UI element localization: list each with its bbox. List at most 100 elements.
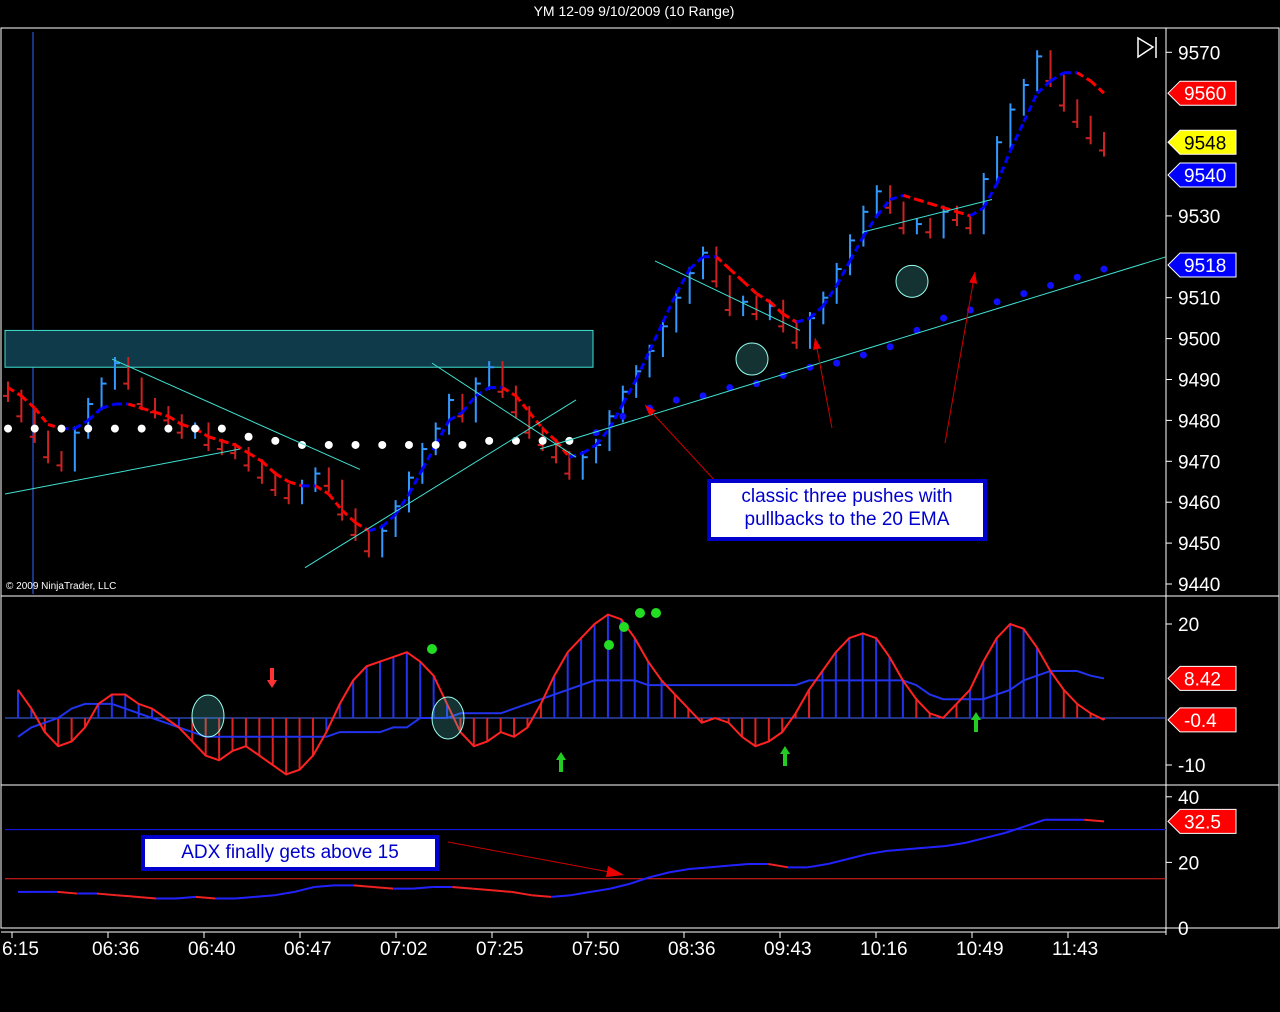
play-icon[interactable]: [1137, 36, 1157, 59]
divergence-circle: [431, 696, 465, 740]
adx-segment: [491, 889, 512, 893]
ema-segment: [141, 406, 156, 414]
adx-segment: [886, 848, 907, 852]
adx-segment: [254, 894, 275, 898]
ma-dot: [217, 424, 226, 433]
ma-dot: [538, 436, 547, 445]
ema-segment: [674, 268, 691, 295]
y-tick-label: 9450: [1178, 534, 1220, 555]
ema-segment: [916, 198, 931, 206]
adx-segment: [629, 876, 651, 885]
ma-dot: [1100, 265, 1108, 273]
adx-segment: [96, 892, 117, 897]
price-tag-label: 8.42: [1184, 669, 1221, 690]
arrow-line: [944, 271, 976, 444]
ema-segment: [1022, 92, 1039, 123]
adx-segment: [985, 831, 1006, 839]
adx-segment: [551, 894, 571, 898]
ma-dot: [672, 396, 680, 404]
ma-dot: [57, 424, 66, 433]
trendline: [431, 362, 577, 458]
ema-segment: [528, 411, 544, 430]
ema-segment: [634, 350, 651, 381]
ema-segment: [822, 284, 838, 307]
ema-segment: [995, 149, 1012, 184]
arrow-head: [968, 272, 978, 284]
ema-segment: [234, 443, 250, 455]
ema-segment: [688, 255, 705, 271]
ma-dot: [1073, 273, 1081, 281]
price-tag-label: 9518: [1184, 256, 1226, 277]
y-tick-label: 9440: [1178, 575, 1220, 596]
ema-segment: [956, 210, 971, 218]
ema-segment: [327, 493, 344, 512]
y-tick-label: 9530: [1178, 207, 1220, 228]
ema-segment: [581, 443, 597, 455]
adx-segment: [175, 895, 196, 900]
price-tag-label: 9540: [1184, 166, 1226, 187]
x-tick-label: 07:25: [476, 939, 524, 960]
ma-dot: [30, 424, 39, 433]
peak-dot: [427, 644, 437, 654]
ma-dot: [84, 424, 93, 433]
adx-segment: [412, 886, 433, 890]
ma-dot: [458, 440, 467, 449]
adx-segment: [570, 890, 591, 897]
ma-dot: [619, 412, 627, 420]
adx-note: ADX finally gets above 15: [141, 835, 439, 871]
adx-segment: [274, 890, 295, 897]
ma-dot: [485, 436, 494, 445]
ema-segment: [648, 321, 665, 352]
ema-segment: [661, 292, 678, 323]
ema-segment: [728, 267, 745, 283]
x-tick-label: 10:16: [860, 939, 908, 960]
y-tick-label: 20: [1178, 615, 1199, 636]
price-tag-label: 32.5: [1184, 812, 1221, 833]
ma-dot: [137, 424, 146, 433]
y-tick-label: 9510: [1178, 289, 1220, 310]
time-axis: 6:15 06:36 06:40 06:47 07:02 07:25 07:50 08:36 0…: [2, 932, 1098, 960]
adx-segment: [294, 886, 315, 893]
ema-segment: [742, 280, 758, 295]
x-tick-label: 11:43: [1052, 939, 1098, 960]
adx-segment: [669, 867, 690, 874]
ema-segment: [167, 415, 183, 426]
ema-segment: [715, 255, 731, 271]
y-tick-label: 0: [1178, 919, 1189, 940]
ema-segment: [889, 194, 904, 201]
ma-dot: [940, 314, 948, 322]
y-tick-label: 9470: [1178, 452, 1220, 473]
ema-segment: [969, 206, 985, 218]
adx-segment: [827, 858, 848, 866]
ma-dot: [404, 440, 413, 449]
ma-dot: [993, 298, 1001, 306]
ema-segment: [755, 292, 771, 304]
ema-segment: [288, 480, 303, 488]
x-tick-label: 07:50: [572, 939, 620, 960]
arrow-line: [814, 337, 833, 429]
ma-dot: [351, 440, 360, 449]
ema-segment: [835, 260, 852, 287]
adx-segment: [57, 890, 78, 895]
ema-segment: [7, 386, 23, 398]
adx-segment: [373, 886, 394, 890]
y-tick-label: 9480: [1178, 411, 1220, 432]
peak-dot: [619, 622, 629, 632]
price-panel: 9570 9530 9510 9500 9490 9480 9470 9460 9450 9440…: [3, 43, 1237, 596]
ema-segment: [434, 419, 451, 446]
adx-segment: [945, 841, 966, 847]
ema-segment: [514, 394, 531, 414]
trendline: [539, 256, 1167, 450]
adx-segment: [709, 864, 729, 869]
ema-segment: [407, 468, 424, 495]
ema-segment: [247, 451, 263, 463]
ma-dot: [271, 436, 280, 445]
ema-segment: [381, 513, 397, 528]
ma-dot: [886, 343, 894, 351]
ema-segment: [796, 316, 811, 324]
y-tick-label: 9490: [1178, 371, 1220, 392]
x-tick-label: 6:15: [2, 939, 39, 960]
y-tick-label: -10: [1178, 756, 1205, 777]
ema-segment: [274, 472, 290, 484]
peak-dot: [635, 608, 645, 618]
